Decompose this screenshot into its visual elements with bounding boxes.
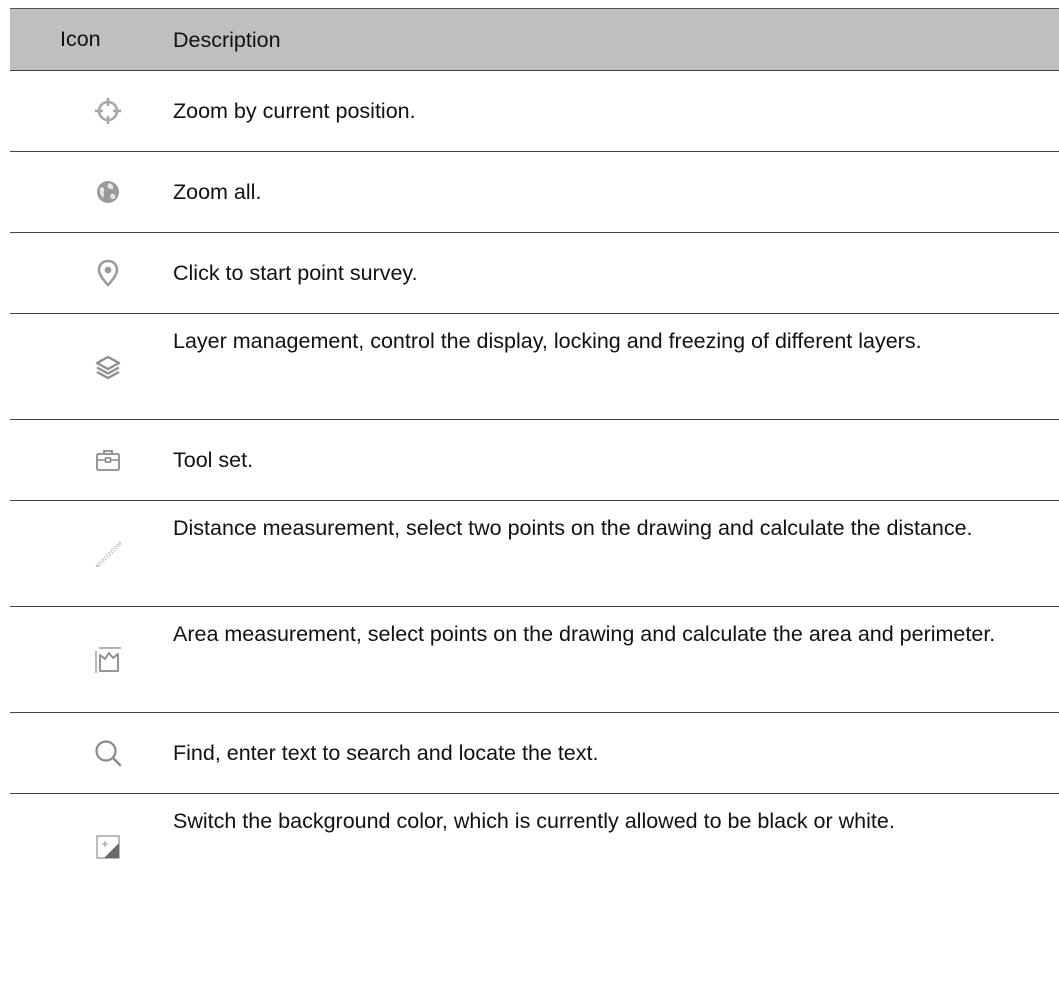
table-row: Find, enter text to search and locate th…: [10, 713, 1059, 794]
icon-description-table: Icon Description Zoom by current positio…: [10, 8, 1059, 900]
row-description: Click to start point survey.: [173, 261, 418, 285]
row-description: Area measurement, select points on the d…: [173, 622, 996, 646]
globe-icon: [92, 176, 124, 208]
table-header-row: Icon Description: [10, 9, 1059, 71]
table-row: Zoom by current position.: [10, 71, 1059, 152]
ruler-icon: [92, 538, 124, 570]
search-icon: [92, 737, 124, 769]
location-pin-icon: [92, 257, 124, 289]
table-row: Zoom all.: [10, 152, 1059, 233]
row-description: Distance measurement, select two points …: [173, 516, 973, 540]
icon-column-header: Icon: [60, 27, 101, 51]
row-description: Find, enter text to search and locate th…: [173, 741, 599, 765]
table-row: Switch the background color, which is cu…: [10, 794, 1059, 900]
table-row: Area measurement, select points on the d…: [10, 607, 1059, 713]
table-row: Click to start point survey.: [10, 233, 1059, 314]
table-row: Distance measurement, select two points …: [10, 501, 1059, 607]
description-column-header: Description: [173, 27, 281, 52]
row-description: Tool set.: [173, 448, 254, 472]
row-description: Zoom by current position.: [173, 99, 416, 123]
table-row: Tool set.: [10, 420, 1059, 501]
area-measure-icon: [92, 644, 124, 676]
target-crosshair-icon: [92, 95, 124, 127]
table-row: Layer management, control the display, l…: [10, 314, 1059, 420]
row-description: Layer management, control the display, l…: [173, 329, 922, 353]
layers-icon: [92, 351, 124, 383]
toolbox-icon: [92, 444, 124, 476]
row-description: Zoom all.: [173, 180, 262, 204]
row-description: Switch the background color, which is cu…: [173, 809, 895, 833]
background-switch-icon: [92, 831, 124, 863]
